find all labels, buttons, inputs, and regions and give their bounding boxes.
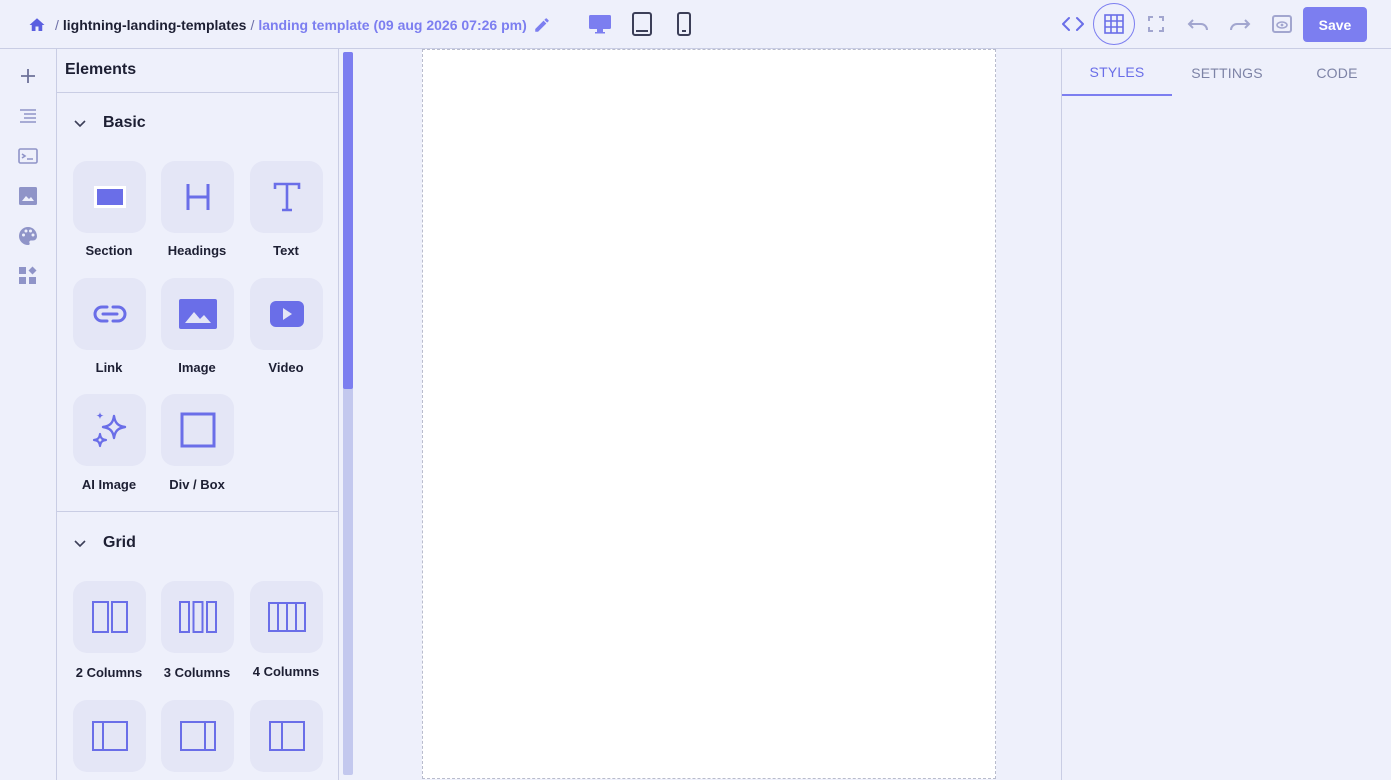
link-icon [93, 305, 127, 323]
element-label: AI Image [81, 477, 137, 492]
text-icon [273, 182, 301, 212]
element-tile-image[interactable] [161, 278, 234, 350]
three-columns-icon [178, 600, 218, 634]
undo-icon[interactable] [1186, 12, 1210, 36]
element-tile-headings[interactable] [161, 161, 234, 233]
image-icon[interactable] [17, 185, 39, 207]
box-icon [180, 412, 216, 448]
tab-styles[interactable]: STYLES [1062, 49, 1172, 96]
element-label: 4 Columns [252, 664, 320, 679]
section-icon [93, 186, 126, 208]
device-switcher [588, 11, 696, 37]
element-tile-columns-right-narrow[interactable] [161, 700, 234, 772]
divider [57, 511, 338, 512]
breadcrumb-project[interactable]: lightning-landing-templates [63, 17, 247, 33]
image-icon [178, 299, 217, 329]
tablet-icon[interactable] [630, 11, 654, 37]
element-tile-section[interactable] [73, 161, 146, 233]
sparkle-icon [92, 410, 128, 450]
columns-left-narrow-alt-icon [268, 720, 306, 752]
element-tile-columns-left-narrow[interactable] [73, 700, 146, 772]
group-title: Basic [103, 114, 146, 131]
properties-panel: STYLES SETTINGS CODE [1061, 49, 1391, 780]
breadcrumb-separator: / [250, 17, 255, 33]
breadcrumb: / lightning-landing-templates / landing … [28, 14, 551, 36]
element-label: Image [178, 360, 216, 375]
tab-settings[interactable]: SETTINGS [1172, 49, 1282, 96]
grid-icon[interactable] [1093, 3, 1135, 45]
plus-icon[interactable] [17, 65, 39, 87]
palette-icon[interactable] [17, 225, 39, 247]
element-tile-2-columns[interactable] [73, 581, 146, 653]
home-icon[interactable] [28, 16, 46, 34]
element-tile-columns-left-narrow-alt[interactable] [250, 700, 323, 772]
desktop-icon[interactable] [588, 11, 612, 37]
group-title: Grid [103, 534, 136, 551]
divider [57, 92, 338, 93]
element-label: Headings [167, 243, 227, 258]
two-columns-icon [91, 600, 129, 634]
element-label: Section [85, 243, 133, 258]
video-icon [269, 301, 304, 327]
chevron-down-icon [73, 116, 87, 130]
element-tile-div-box[interactable] [161, 394, 234, 466]
element-tile-3-columns[interactable] [161, 581, 234, 653]
widgets-icon[interactable] [17, 265, 39, 287]
element-tile-4-columns[interactable] [250, 581, 323, 653]
tab-code[interactable]: CODE [1282, 49, 1391, 96]
chevron-down-icon [73, 536, 87, 550]
preview-icon[interactable] [1270, 12, 1294, 36]
fullscreen-icon[interactable] [1144, 12, 1168, 36]
panel-title: Elements [65, 61, 137, 78]
left-rail [0, 49, 57, 780]
panel-scrollbar-thumb[interactable] [343, 52, 353, 389]
group-header-basic[interactable]: Basic [73, 114, 146, 132]
element-label: 3 Columns [163, 665, 231, 680]
save-button[interactable]: Save [1303, 7, 1367, 42]
element-label: Link [95, 360, 123, 375]
breadcrumb-separator: / [55, 17, 59, 33]
breadcrumb-template-name[interactable]: landing template (09 aug 2026 07:26 pm) [258, 17, 526, 33]
element-tile-ai-image[interactable] [73, 394, 146, 466]
element-tile-link[interactable] [73, 278, 146, 350]
group-header-grid[interactable]: Grid [73, 534, 136, 552]
top-bar: / lightning-landing-templates / landing … [0, 0, 1391, 49]
heading-icon [185, 182, 211, 212]
element-label: Video [268, 360, 304, 375]
editor-canvas[interactable] [422, 49, 996, 779]
element-tile-text[interactable] [250, 161, 323, 233]
columns-right-narrow-icon [179, 720, 217, 752]
elements-panel: Elements Basic Section Headings Text Lin… [57, 49, 339, 780]
mobile-icon[interactable] [672, 11, 696, 37]
redo-icon[interactable] [1228, 12, 1252, 36]
element-label: Text [273, 243, 299, 258]
edit-name-icon[interactable] [533, 16, 551, 34]
element-label: 2 Columns [75, 665, 143, 680]
four-columns-icon [267, 601, 307, 633]
element-label: Div / Box [169, 477, 225, 492]
layers-icon[interactable] [17, 105, 39, 127]
code-icon[interactable] [1061, 12, 1085, 36]
element-tile-video[interactable] [250, 278, 323, 350]
columns-left-narrow-icon [91, 720, 129, 752]
terminal-icon[interactable] [17, 145, 39, 167]
